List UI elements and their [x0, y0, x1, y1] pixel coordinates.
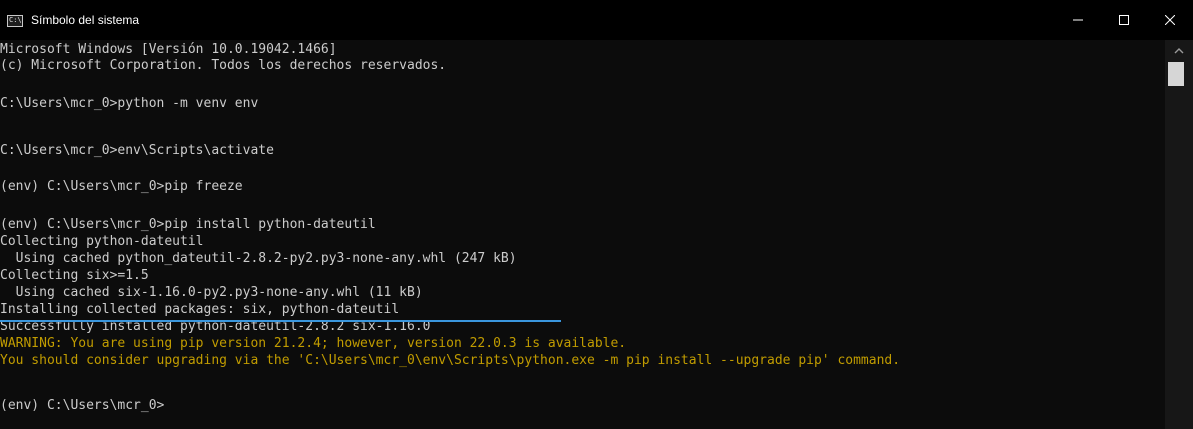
terminal-line: Collecting python-dateutil: [0, 234, 204, 249]
terminal-line: (c) Microsoft Corporation. Todos los der…: [0, 58, 447, 73]
terminal-line: C:\Users\mcr_0>python -m venv env: [0, 96, 259, 111]
terminal-line-warning: WARNING: You are using pip version 21.2.…: [0, 336, 627, 351]
terminal-line: Installing collected packages: six, pyth…: [0, 302, 400, 317]
scroll-up-arrow-icon[interactable]: [1173, 45, 1185, 57]
terminal-line: Using cached python_dateutil-2.8.2-py2.p…: [0, 251, 517, 266]
title-bar[interactable]: C:\ Símbolo del sistema: [0, 0, 1193, 40]
maximize-icon: [1119, 15, 1129, 25]
terminal-line: Collecting six>=1.5: [0, 268, 149, 283]
highlight-underline: [0, 320, 561, 322]
terminal-line: C:\Users\mcr_0>env\Scripts\activate: [0, 143, 274, 158]
close-icon: [1165, 15, 1175, 25]
terminal-line: Microsoft Windows [Versión 10.0.19042.14…: [0, 42, 337, 57]
terminal-line-warning: You should consider upgrading via the 'C…: [0, 353, 901, 368]
minimize-button[interactable]: [1055, 0, 1101, 40]
terminal-line: (env) C:\Users\mcr_0>pip install python-…: [0, 217, 376, 232]
window-title: Símbolo del sistema: [31, 13, 140, 27]
scrollbar-thumb[interactable]: [1168, 62, 1184, 86]
terminal-line: (env) C:\Users\mcr_0>pip freeze: [0, 179, 243, 194]
terminal-prompt: (env) C:\Users\mcr_0>: [0, 398, 165, 413]
cmd-app-icon[interactable]: C:\: [7, 15, 23, 27]
maximize-button[interactable]: [1101, 0, 1147, 40]
terminal-line: Using cached six-1.16.0-py2.py3-none-any…: [0, 285, 423, 300]
minimize-icon: [1073, 19, 1083, 21]
terminal-output[interactable]: Microsoft Windows [Versión 10.0.19042.14…: [0, 40, 1165, 429]
command-prompt-window: C:\ Símbolo del sistema Microsoft Window…: [0, 0, 1193, 429]
vertical-scrollbar[interactable]: [1165, 40, 1193, 429]
close-button[interactable]: [1147, 0, 1193, 40]
